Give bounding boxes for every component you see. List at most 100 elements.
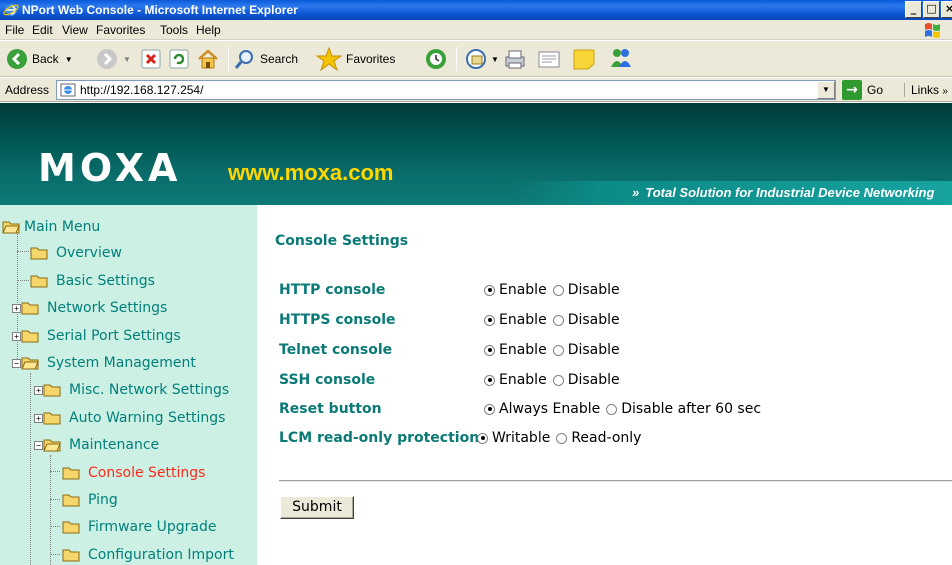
refresh-icon — [169, 49, 189, 69]
refresh-button[interactable] — [168, 45, 190, 73]
note-button[interactable] — [572, 45, 596, 73]
sidebar-item-maintenance[interactable]: − Maintenance — [34, 434, 159, 456]
close-button[interactable]: × — [941, 1, 952, 18]
sidebar-item-label: Console Settings — [88, 465, 206, 481]
collapse-icon[interactable]: − — [34, 440, 43, 450]
search-icon — [234, 50, 253, 69]
radio-disable[interactable] — [552, 344, 564, 356]
menu-file[interactable]: File — [5, 23, 24, 37]
radio-enable[interactable] — [484, 374, 495, 386]
folder-icon — [43, 412, 61, 425]
maximize-button[interactable]: □ — [923, 1, 940, 18]
expand-icon[interactable]: + — [12, 303, 21, 313]
go-button[interactable]: → Go — [842, 80, 883, 100]
expand-icon[interactable]: + — [34, 413, 43, 423]
option-label: Enable — [499, 282, 547, 298]
home-icon — [198, 49, 218, 69]
address-dropdown-icon[interactable]: ▼ — [817, 81, 835, 99]
browser-window: NPort Web Console - Microsoft Internet E… — [0, 0, 952, 565]
option-label: Disable — [567, 342, 620, 358]
option-label: Writable — [492, 430, 551, 446]
setting-row: HTTPS console — [279, 309, 395, 331]
favorites-button[interactable]: Favorites — [316, 45, 395, 73]
sidebar-item-label: Network Settings — [47, 300, 168, 316]
sidebar-item-misc-network-settings[interactable]: + Misc. Network Settings — [34, 379, 229, 401]
option-label: Disable after 60 sec — [621, 401, 762, 417]
sidebar-item-firmware-upgrade[interactable]: Firmware Upgrade — [62, 516, 216, 538]
radio-writable[interactable] — [477, 432, 488, 444]
chevron-right-icon: » — [942, 86, 948, 97]
sidebar-item-basic-settings[interactable]: Basic Settings — [30, 270, 155, 292]
history-button[interactable] — [424, 45, 448, 73]
radio-enable[interactable] — [484, 314, 495, 326]
option-label: Disable — [567, 282, 620, 298]
back-button[interactable]: Back ▼ — [6, 45, 73, 73]
radio-disable[interactable] — [552, 314, 564, 326]
sidebar-item-configuration-import[interactable]: Configuration Import — [62, 544, 234, 565]
folder-icon — [62, 521, 80, 534]
forward-button[interactable]: ▼ — [96, 45, 131, 73]
submit-button[interactable]: Submit — [280, 496, 354, 519]
setting-options: Enable Disable — [484, 309, 626, 331]
sidebar-item-ping[interactable]: Ping — [62, 489, 118, 511]
folder-open-icon — [21, 357, 39, 370]
home-button[interactable] — [196, 45, 220, 73]
window-title: NPort Web Console - Microsoft Internet E… — [22, 3, 298, 17]
menu-edit[interactable]: Edit — [32, 23, 53, 37]
option-label: Always Enable — [499, 401, 601, 417]
radio-disable[interactable] — [552, 284, 564, 296]
folder-icon — [30, 247, 48, 260]
minimize-button[interactable]: _ — [905, 1, 922, 18]
sidebar-item-label: Auto Warning Settings — [69, 410, 226, 426]
stop-button[interactable] — [140, 45, 162, 73]
radio-enable[interactable] — [484, 344, 495, 356]
menu-tools[interactable]: Tools — [160, 23, 188, 37]
option-label: Read-only — [571, 430, 642, 446]
links-button[interactable]: Links » — [904, 83, 948, 97]
folder-icon — [62, 494, 80, 507]
sidebar-item-label: Serial Port Settings — [47, 328, 181, 344]
sidebar-item-system-management[interactable]: − System Management — [12, 352, 196, 374]
toolbar: Back ▼ ▼ Search Favorites ▼ — [0, 41, 952, 77]
sidebar-item-label: Basic Settings — [56, 273, 155, 289]
double-chevron-icon: » — [632, 185, 640, 200]
sidebar-menu: Main Menu Overview Basic Settings + Netw… — [0, 205, 257, 565]
sidebar-item-console-settings[interactable]: Console Settings — [62, 462, 205, 484]
setting-row: Telnet console — [279, 339, 392, 361]
banner-url[interactable]: www.moxa.com — [228, 160, 393, 186]
menu-favorites[interactable]: Favorites — [96, 23, 145, 37]
print-button[interactable] — [502, 45, 528, 73]
folder-open-icon — [2, 221, 20, 234]
collapse-icon[interactable]: − — [12, 358, 21, 368]
menu-view[interactable]: View — [62, 23, 88, 37]
mail-button[interactable]: ▼ — [464, 45, 499, 73]
star-icon — [316, 47, 342, 71]
sidebar-item-overview[interactable]: Overview — [30, 242, 122, 264]
address-input[interactable]: http://192.168.127.254/ ▼ — [56, 80, 836, 100]
go-label: Go — [867, 83, 884, 97]
edit-button[interactable] — [536, 45, 562, 73]
setting-name: LCM read-only protection — [279, 430, 480, 446]
option-label: Enable — [499, 372, 547, 388]
sidebar-item-main-menu[interactable]: Main Menu — [2, 216, 100, 238]
expand-icon[interactable]: + — [12, 331, 21, 341]
expand-icon[interactable]: + — [34, 385, 43, 395]
history-icon — [426, 49, 446, 69]
messenger-button[interactable] — [608, 45, 634, 73]
printer-icon — [505, 50, 525, 69]
sidebar-item-serial-port-settings[interactable]: + Serial Port Settings — [12, 325, 181, 347]
forward-dropdown-icon: ▼ — [123, 54, 131, 64]
radio-enable[interactable] — [484, 284, 495, 296]
sidebar-item-network-settings[interactable]: + Network Settings — [12, 297, 167, 319]
search-button[interactable]: Search — [234, 45, 298, 73]
option-label: Disable — [567, 372, 620, 388]
setting-options: Enable Disable — [484, 339, 626, 361]
radio-disable[interactable] — [552, 374, 564, 386]
radio-read-only[interactable] — [556, 432, 568, 444]
radio-disable-after-60-sec[interactable] — [606, 403, 618, 415]
radio-always-enable[interactable] — [484, 403, 495, 415]
menu-help[interactable]: Help — [196, 23, 221, 37]
mail-icon — [466, 49, 486, 69]
sidebar-item-auto-warning-settings[interactable]: + Auto Warning Settings — [34, 407, 225, 429]
option-label: Enable — [499, 312, 547, 328]
